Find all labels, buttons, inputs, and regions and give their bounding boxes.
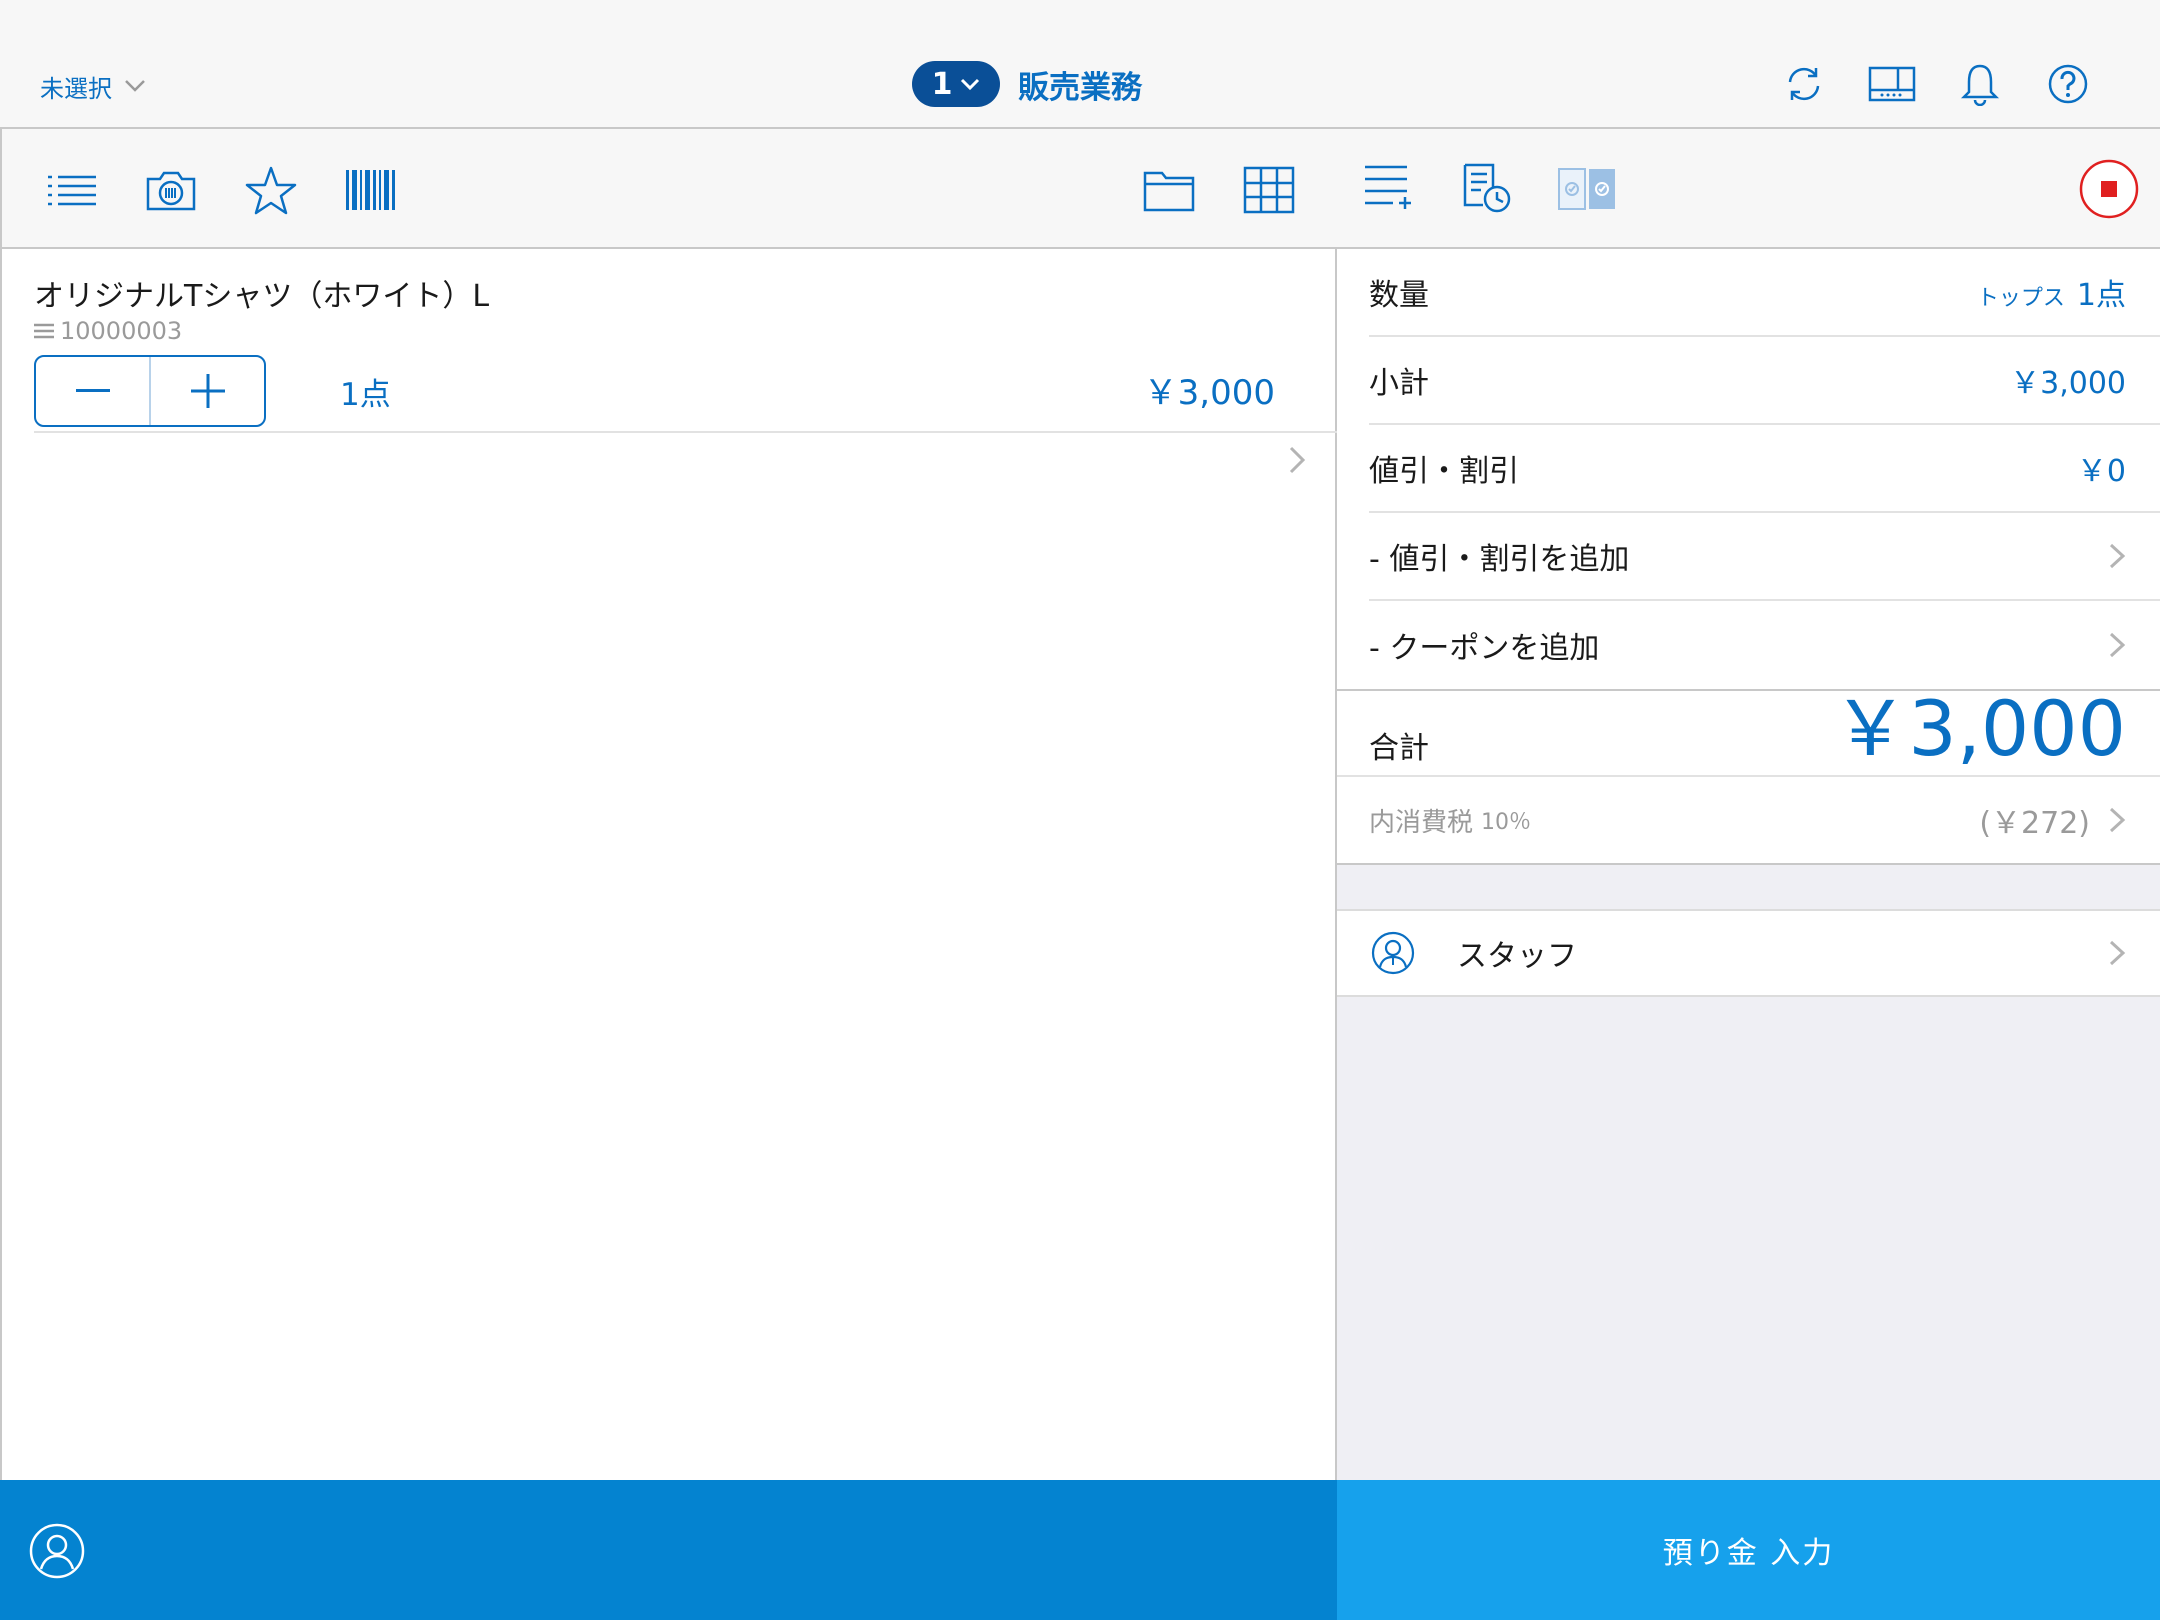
item-quantity: 1点 [340,377,391,413]
staff-label: スタッフ [1457,939,1577,974]
add-discount-label: - 値引・割引を追加 [1369,542,1630,577]
total-row: 合計 ￥3,000 [1337,689,2160,777]
chevron-down-icon [125,80,145,92]
product-toolbar [2,129,1337,249]
bell-icon[interactable] [1958,62,2002,106]
quantity-label: 数量 [1369,278,1429,313]
stop-icon[interactable] [2079,159,2139,219]
quantity-value: 1点 [2076,278,2126,313]
item-price: ￥3,000 [1143,373,1275,413]
customer-icon[interactable] [28,1522,86,1580]
store-select[interactable]: 未選択 [40,68,146,104]
deposit-input-button[interactable]: 預り金 入力 [1337,1480,2160,1620]
staff-icon [1371,931,1415,975]
tax-label: 内消費税 [1369,807,1474,838]
quantity-category: トップス [1976,286,2065,311]
subtotal-row: 小計 ￥3,000 [1369,337,2160,425]
decrement-button[interactable] [36,357,149,425]
summary-panel: 数量 トップス 1点 小計 ￥3,000 値引・割引 ￥0 - 値引・割引を追加… [1337,129,2160,1480]
order-summary: 数量 トップス 1点 小計 ￥3,000 値引・割引 ￥0 - 値引・割引を追加… [1337,249,2160,865]
checkout-icon[interactable] [1557,165,1617,213]
code-icon [34,323,54,339]
add-coupon-row[interactable]: - クーポンを追加 [1369,601,2160,689]
total-value: ￥3,000 [1832,684,2126,773]
top-bar: 未選択 1 販売業務 [0,0,2160,129]
store-select-label: 未選択 [40,74,112,103]
add-coupon-label: - クーポンを追加 [1369,631,1600,666]
total-label: 合計 [1369,731,1429,766]
divider [34,431,1337,433]
register-select-button[interactable]: 1 [912,61,1000,107]
quantity-stepper [34,355,266,427]
item-code-value: 10000003 [60,317,183,345]
history-icon[interactable] [1461,161,1515,215]
quantity-summary: トップス 1点 [1977,270,2126,314]
register-group: 1 販売業務 [912,60,1142,108]
checkout-toolbar [1337,129,2160,249]
chevron-down-icon [961,78,980,91]
register-number: 1 [931,66,953,102]
list-icon[interactable] [46,165,100,215]
folder-icon[interactable] [1142,165,1196,215]
barcode-icon[interactable] [344,165,398,215]
subtotal-label: 小計 [1369,366,1429,401]
quantity-row: 数量 トップス 1点 [1369,249,2160,337]
cart-panel: オリジナルTシャツ（ホワイト）L 10000003 1点 ￥3,000 [0,129,1337,1480]
tax-rate: 10％ [1481,810,1532,835]
help-icon[interactable] [2046,62,2090,106]
increment-button[interactable] [151,357,264,425]
page-title: 販売業務 [1018,69,1142,106]
tax-row[interactable]: 内消費税 10％ (￥272) [1337,777,2160,865]
customer-bar [0,1480,1337,1620]
sync-icon[interactable] [1782,62,1826,106]
chevron-right-icon [2109,543,2126,569]
add-line-icon[interactable] [1363,161,1413,213]
grid-icon[interactable] [1242,165,1296,215]
discount-row: 値引・割引 ￥0 [1369,425,2160,513]
minus-icon [75,389,110,392]
drawer-icon[interactable] [1868,62,1916,106]
tax-value: (￥272) [1979,806,2090,841]
add-discount-row[interactable]: - 値引・割引を追加 [1369,513,2160,601]
plus-icon [190,374,225,408]
chevron-right-icon[interactable] [1287,445,1307,475]
discount-value: ￥0 [2076,454,2126,489]
chevron-right-icon [2109,940,2126,966]
star-icon[interactable] [244,165,298,215]
item-code: 10000003 [34,317,182,345]
chevron-right-icon [2109,807,2126,833]
subtotal-value: ￥3,000 [2010,366,2126,401]
staff-row[interactable]: スタッフ [1337,909,2160,997]
camera-icon[interactable] [144,165,198,215]
discount-label: 値引・割引 [1369,454,1519,489]
item-name: オリジナルTシャツ（ホワイト）L [34,279,490,314]
chevron-right-icon [2109,632,2126,658]
